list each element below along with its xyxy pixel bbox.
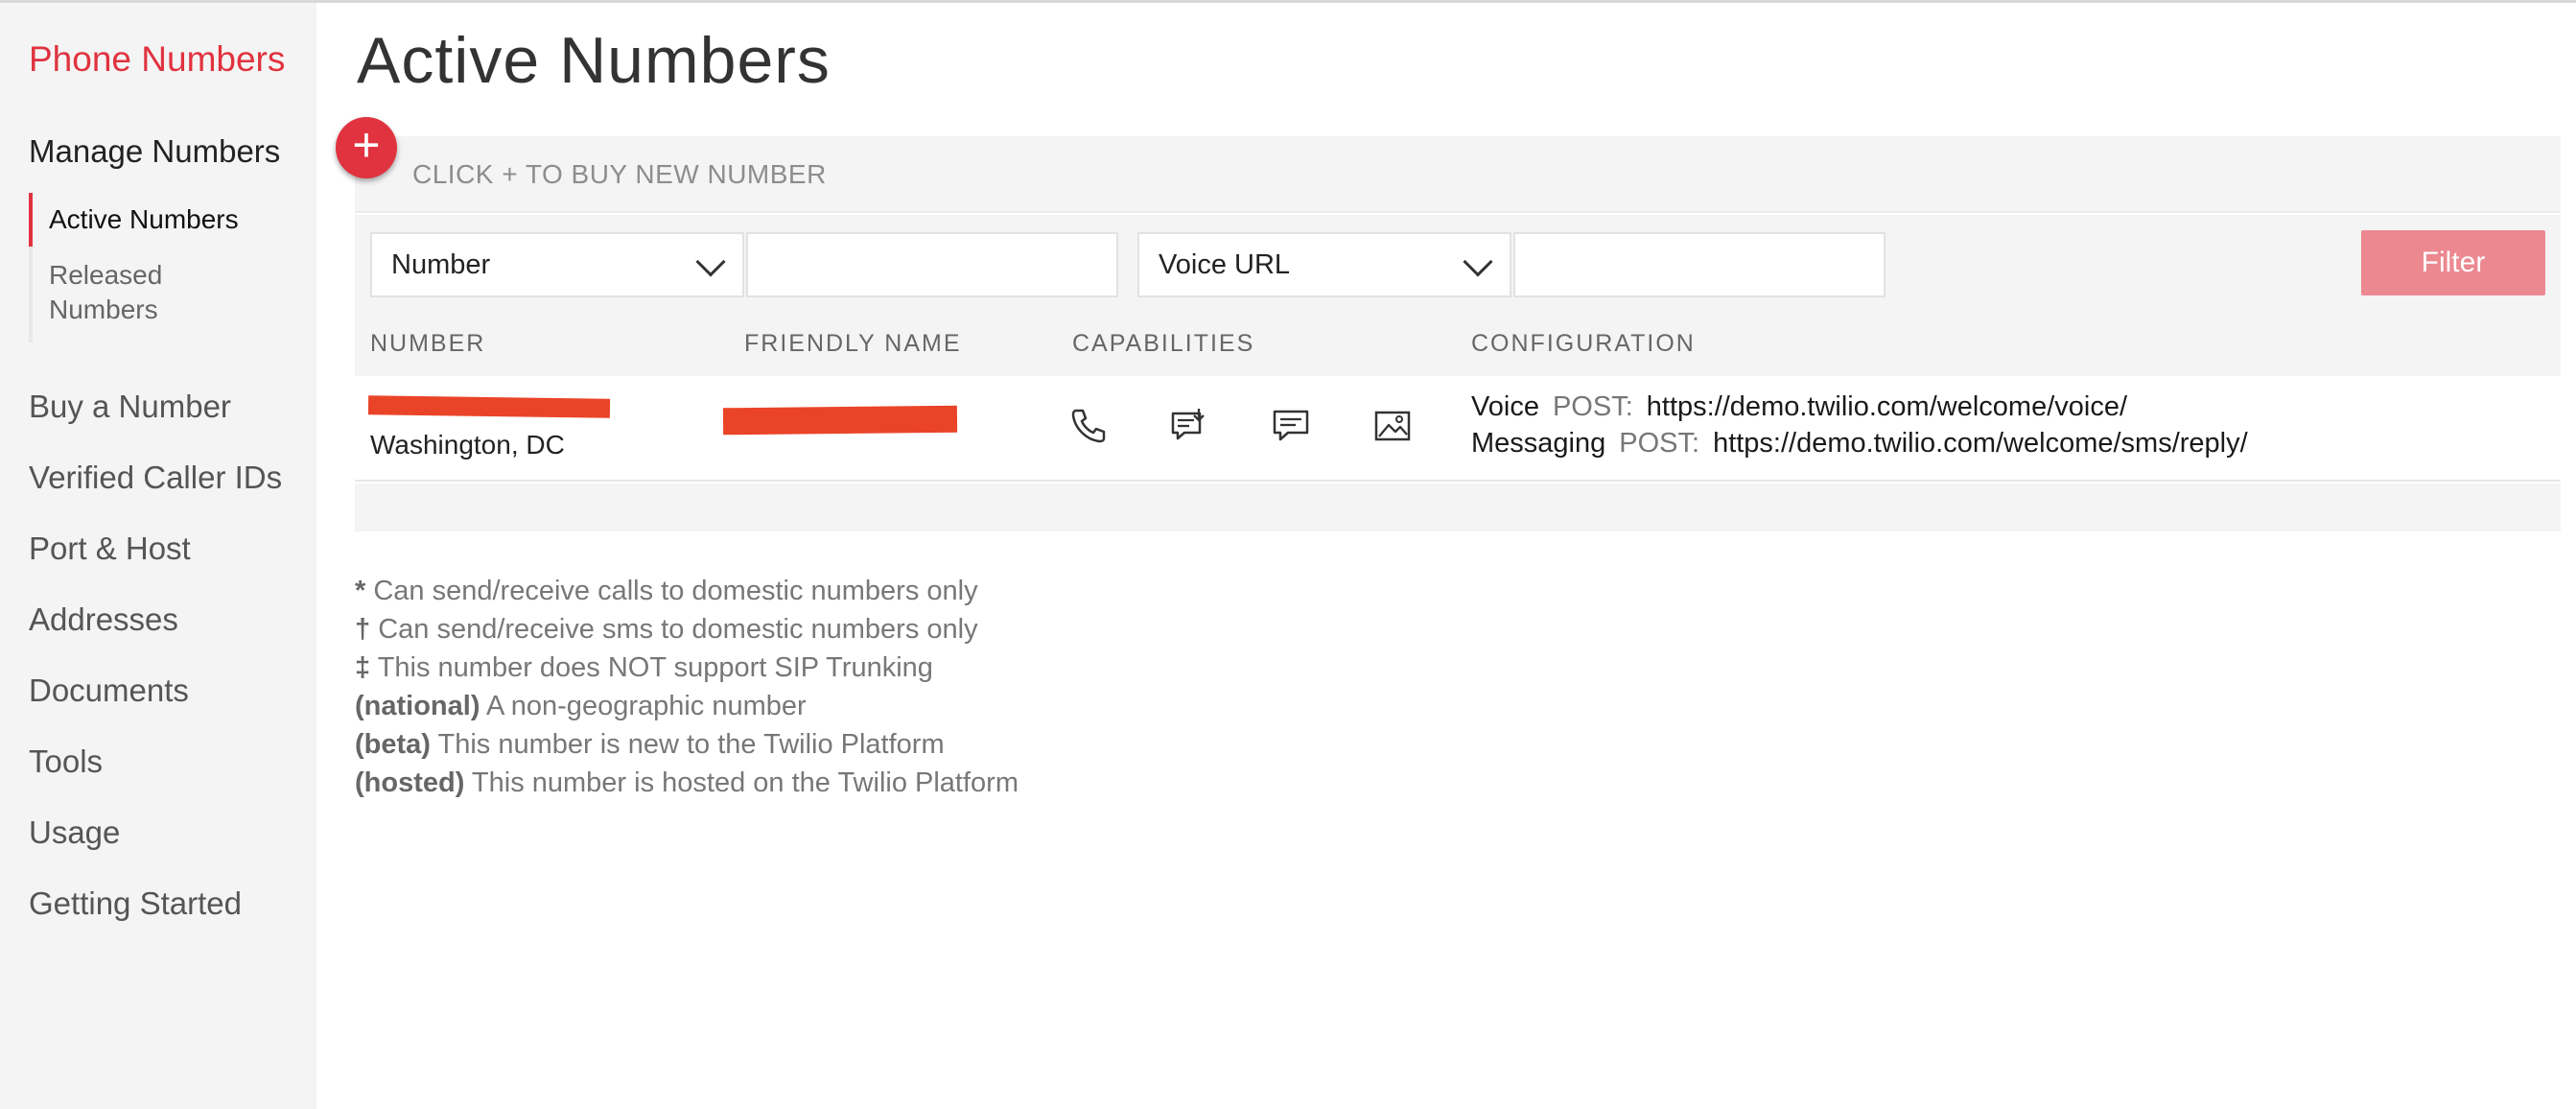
note-text: A non-geographic number bbox=[485, 691, 807, 721]
sidebar-item-port-host[interactable]: Port & Host bbox=[29, 531, 191, 567]
sidebar-item-getting-started[interactable]: Getting Started bbox=[29, 885, 242, 922]
column-header-number: NUMBER bbox=[370, 330, 486, 357]
sidebar-item-usage[interactable]: Usage bbox=[29, 814, 120, 851]
sidebar-item-documents[interactable]: Documents bbox=[29, 672, 189, 709]
top-border bbox=[0, 0, 2576, 3]
sms-icon bbox=[1273, 410, 1309, 441]
config-method: POST: bbox=[1619, 428, 1700, 459]
note-item: † Can send/receive sms to domestic numbe… bbox=[355, 610, 1019, 649]
note-text: This number is hosted on the Twilio Plat… bbox=[471, 767, 1019, 798]
number-filter-input[interactable] bbox=[746, 232, 1118, 297]
filter-url-select[interactable]: Voice URL bbox=[1137, 232, 1511, 297]
sidebar-title[interactable]: Phone Numbers bbox=[29, 39, 285, 80]
filter-field-select[interactable]: Number bbox=[370, 232, 744, 297]
sidebar-item-released-numbers[interactable]: Released Numbers bbox=[49, 258, 241, 327]
add-number-button[interactable]: + bbox=[336, 117, 397, 178]
note-mark: * bbox=[355, 576, 366, 606]
note-mark: (national) bbox=[355, 691, 480, 721]
note-text: This number is new to the Twilio Platfor… bbox=[437, 729, 945, 760]
config-type-messaging: Messaging bbox=[1471, 428, 1606, 459]
redacted-friendly-name bbox=[722, 405, 958, 436]
messaging-configuration[interactable]: Messaging POST: https://demo.twilio.com/we… bbox=[1471, 428, 2248, 460]
column-header-configuration: CONFIGURATION bbox=[1471, 330, 1696, 357]
sidebar-item-addresses[interactable]: Addresses bbox=[29, 602, 178, 638]
filter-field-label: Number bbox=[391, 249, 491, 280]
note-mark: † bbox=[355, 614, 371, 645]
note-text: Can send/receive sms to domestic numbers… bbox=[378, 614, 978, 645]
note-item: (national) A non-geographic number bbox=[355, 687, 1019, 725]
sidebar-item-buy-a-number[interactable]: Buy a Number bbox=[29, 389, 231, 425]
filter-button[interactable]: Filter bbox=[2361, 230, 2545, 295]
note-item: * Can send/receive calls to domestic num… bbox=[355, 572, 1019, 610]
column-header-capabilities: CAPABILITIES bbox=[1072, 330, 1255, 357]
note-mark: (hosted) bbox=[355, 767, 465, 798]
phone-icon bbox=[1071, 409, 1106, 443]
note-text: Can send/receive calls to domestic numbe… bbox=[373, 576, 978, 606]
filter-url-label: Voice URL bbox=[1159, 249, 1291, 280]
note-item: (beta) This number is new to the Twilio … bbox=[355, 725, 1019, 764]
redacted-phone-number bbox=[367, 395, 611, 418]
note-text: This number does NOT support SIP Trunkin… bbox=[377, 652, 933, 683]
config-method: POST: bbox=[1552, 391, 1633, 422]
note-item: ‡ This number does NOT support SIP Trunk… bbox=[355, 649, 1019, 687]
note-item: (hosted) This number is hosted on the Tw… bbox=[355, 764, 1019, 802]
sidebar-section-manage-numbers[interactable]: Manage Numbers bbox=[29, 133, 280, 170]
sidebar: Phone Numbers Manage Numbers Active Numb… bbox=[0, 3, 316, 1109]
legend-notes: * Can send/receive calls to domestic num… bbox=[355, 572, 1019, 802]
buy-number-prompt: CLICK + TO BUY NEW NUMBER bbox=[412, 159, 827, 189]
voice-url-filter-input[interactable] bbox=[1513, 232, 1885, 297]
messaging-url-link[interactable]: https://demo.twilio.com/welcome/sms/repl… bbox=[1713, 428, 2248, 459]
sidebar-item-verified-caller-ids[interactable]: Verified Caller IDs bbox=[29, 460, 282, 496]
chevron-down-icon bbox=[695, 247, 726, 277]
table-footer bbox=[355, 484, 2561, 531]
chevron-down-icon bbox=[1463, 247, 1493, 277]
voice-configuration[interactable]: Voice POST: https://demo.twilio.com/welcom… bbox=[1471, 391, 2127, 423]
page-title: Active Numbers bbox=[357, 24, 831, 97]
note-mark: (beta) bbox=[355, 729, 431, 760]
fax-icon bbox=[1374, 411, 1411, 441]
sidebar-item-tools[interactable]: Tools bbox=[29, 743, 103, 780]
config-type-voice: Voice bbox=[1471, 391, 1539, 422]
mms-icon bbox=[1171, 409, 1205, 440]
sidebar-subnav: Active Numbers Released Numbers bbox=[29, 193, 307, 342]
voice-url-link[interactable]: https://demo.twilio.com/welcome/voice/ bbox=[1647, 391, 2127, 422]
note-mark: ‡ bbox=[355, 652, 371, 683]
active-indicator bbox=[29, 193, 33, 247]
column-header-friendly-name: FRIENDLY NAME bbox=[744, 330, 962, 357]
sidebar-item-active-numbers[interactable]: Active Numbers bbox=[49, 202, 239, 237]
number-location: Washington, DC bbox=[370, 430, 565, 460]
